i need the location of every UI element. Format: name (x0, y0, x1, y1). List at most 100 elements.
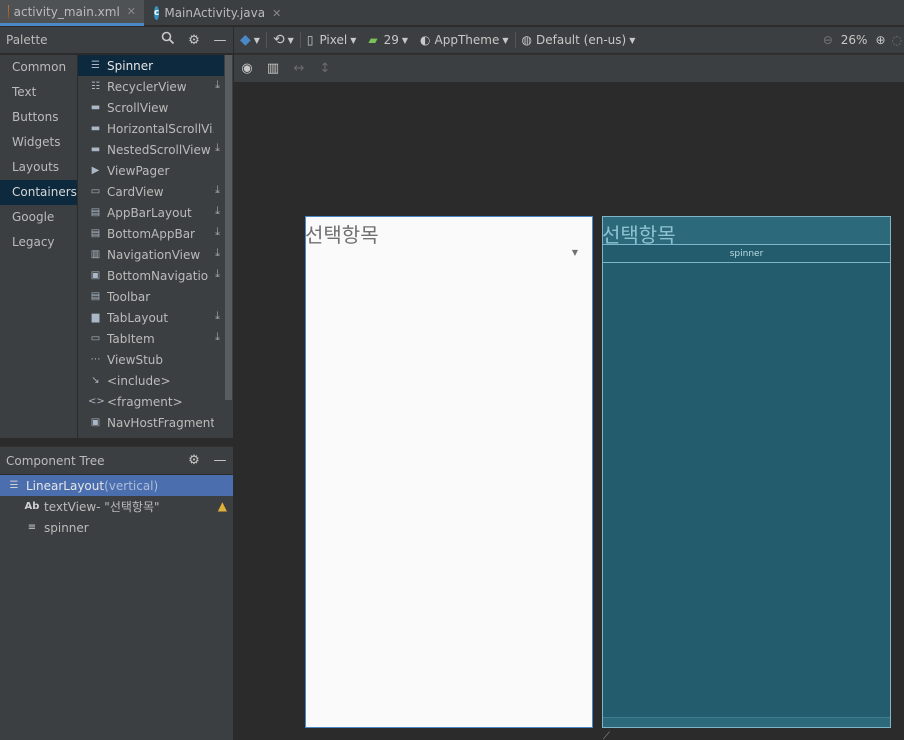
download-icon[interactable]: ⤓ (215, 267, 220, 281)
design-surface-button[interactable]: ◆ ▼ (234, 27, 266, 53)
tab-label: MainActivity.java (164, 6, 266, 20)
component-toolbar[interactable]: ▤ Toolbar (78, 286, 224, 307)
spinner-dropdown-icon[interactable]: ▼ (572, 248, 578, 257)
category-containers[interactable]: Containers (0, 180, 77, 205)
spinner-icon: ☰ (91, 60, 100, 71)
download-icon[interactable]: ⤓ (215, 78, 220, 92)
text-icon: Ab (24, 501, 40, 512)
theme-icon: ◐ (420, 33, 431, 47)
component-navhostfragment[interactable]: ▣ NavHostFragment (78, 412, 224, 433)
blueprint-textview-box[interactable]: 선택항목 (602, 217, 890, 247)
phone-icon: ▯ (306, 33, 314, 47)
editor-tab-bar: activity_main.xml ✕ c MainActivity.java … (0, 0, 904, 26)
palette-header: Palette ⚙ — (0, 27, 233, 53)
category-widgets[interactable]: Widgets (0, 130, 77, 155)
theme-selector[interactable]: ◐ AppTheme ▼ (414, 27, 514, 53)
download-icon[interactable]: ⤓ (215, 330, 220, 344)
include-arrow-icon: ↘ (91, 375, 100, 386)
chevron-down-icon: ▼ (629, 35, 636, 45)
component-navigationview[interactable]: ▥ NavigationView ⤓ (78, 244, 224, 265)
list-icon: ☷ (91, 81, 100, 92)
card-icon: ▭ (90, 186, 101, 197)
category-legacy[interactable]: Legacy (0, 230, 77, 255)
orientation-button[interactable]: ⟲ ▼ (267, 27, 300, 53)
tree-item-linearlayout[interactable]: ☰ LinearLayout (vertical) (0, 475, 233, 496)
component-bottomnavigation[interactable]: ▣ BottomNavigatio ⤓ (78, 265, 224, 286)
design-toolbar: ◆ ▼ ⟲ ▼ ▯ Pixel ▼ ▰ 29 ▼ ◐ AppTheme ▼ ◍ Default (… (234, 27, 904, 53)
resize-handle-icon[interactable]: ⟋ (603, 731, 615, 740)
warning-icon[interactable]: ▲ (218, 499, 227, 513)
locale-selector[interactable]: ◍ Default (en-us) ▼ (516, 27, 642, 53)
component-bottomappbar[interactable]: ▤ BottomAppBar ⤓ (78, 223, 224, 244)
eye-icon[interactable]: ◉ (234, 61, 260, 76)
zoom-in-icon: ⊕ (875, 33, 886, 47)
download-icon[interactable]: ⤓ (215, 309, 220, 323)
blueprint-nav-bar (603, 717, 890, 727)
component-spinner[interactable]: ☰ Spinner (78, 55, 224, 76)
component-viewpager[interactable]: ▶ ViewPager (78, 160, 224, 181)
component-recyclerview[interactable]: ☷ RecyclerView ⤓ (78, 76, 224, 97)
blueprint-preview[interactable]: 선택항목 spinner (602, 216, 891, 728)
component-horizontalscrollview[interactable]: ▬ HorizontalScrollVi... (78, 118, 224, 139)
component-appbarlayout[interactable]: ▤ AppBarLayout ⤓ (78, 202, 224, 223)
view-options-toolbar: ◉ ▥ ↔ ↕ (234, 54, 904, 82)
close-icon[interactable]: ✕ (127, 5, 136, 18)
minimize-icon[interactable]: — (207, 453, 233, 468)
category-google[interactable]: Google (0, 205, 77, 230)
blueprint-spinner[interactable]: spinner (603, 246, 890, 263)
zoom-in-button[interactable]: ⊕ (871, 27, 889, 53)
horizontal-scroll-icon: ▬ (90, 123, 101, 134)
components-scrollbar[interactable] (224, 55, 233, 438)
palette-title: Palette (6, 33, 48, 47)
palette-components: ☰ Spinner ☷ RecyclerView ⤓ ▬ ScrollView ▬ Hor… (78, 55, 224, 438)
chevron-down-icon: ▼ (401, 35, 409, 45)
component-nestedscrollview[interactable]: ▬ NestedScrollView ⤓ (78, 139, 224, 160)
toolbar-icon: ▤ (90, 291, 101, 302)
search-icon[interactable] (155, 31, 181, 49)
component-cardview[interactable]: ▭ CardView ⤓ (78, 181, 224, 202)
close-icon[interactable]: ✕ (272, 7, 281, 20)
horizontal-expand-icon[interactable]: ↔ (286, 61, 312, 76)
preview-textview[interactable]: 선택항목 (305, 219, 379, 248)
category-common[interactable]: Common (0, 55, 77, 80)
device-selector[interactable]: ▯ Pixel ▼ (301, 27, 363, 53)
component-viewstub[interactable]: ⋯ ViewStub (78, 349, 224, 370)
appbar-icon: ▤ (90, 207, 101, 218)
tree-item-textview[interactable]: Ab textView- "선택항목" ▲ (0, 496, 233, 517)
scrollview-icon: ▬ (90, 102, 101, 113)
zoom-out-button[interactable]: ⊖ (819, 27, 837, 53)
download-icon[interactable]: ⤓ (215, 183, 220, 197)
download-icon[interactable]: ⤓ (215, 246, 220, 260)
navigation-icon: ▥ (90, 249, 101, 260)
gear-icon[interactable]: ⚙ (181, 453, 207, 468)
scrollbar-thumb[interactable] (225, 55, 232, 400)
component-include[interactable]: ↘ <include> (78, 370, 224, 391)
design-preview[interactable]: 선택항목 ▼ (305, 216, 593, 728)
tree-item-spinner[interactable]: ≡ spinner (0, 517, 233, 538)
download-icon[interactable]: ⤓ (215, 141, 220, 155)
component-fragment[interactable]: <> <fragment> (78, 391, 224, 412)
bottom-nav-icon: ▣ (90, 270, 101, 281)
category-buttons[interactable]: Buttons (0, 105, 77, 130)
palette-categories: Common Text Buttons Widgets Layouts Cont… (0, 55, 77, 438)
split-view-icon[interactable]: ▥ (260, 61, 286, 76)
category-text[interactable]: Text (0, 80, 77, 105)
download-icon[interactable]: ⤓ (215, 204, 220, 218)
api-selector[interactable]: ▰ 29 ▼ (362, 27, 414, 53)
component-tree: ☰ LinearLayout (vertical) Ab textView- "선… (0, 475, 233, 740)
gear-icon[interactable]: ⚙ (181, 33, 207, 48)
component-tablayout[interactable]: ▆ TabLayout ⤓ (78, 307, 224, 328)
globe-icon: ◍ (521, 33, 532, 47)
component-scrollview[interactable]: ▬ ScrollView (78, 97, 224, 118)
code-brackets-icon: <> (88, 396, 105, 407)
folder-icon: ▆ (91, 312, 100, 323)
category-layouts[interactable]: Layouts (0, 155, 77, 180)
vertical-expand-icon[interactable]: ↕ (312, 61, 338, 76)
download-icon[interactable]: ⤓ (215, 225, 220, 239)
component-tabitem[interactable]: ▭ TabItem ⤓ (78, 328, 224, 349)
zoom-fit-button[interactable]: ◌ (890, 27, 904, 53)
minimize-icon[interactable]: — (207, 33, 233, 48)
tab-main-activity-java[interactable]: c MainActivity.java ✕ (146, 0, 286, 26)
spinner-icon: ≡ (27, 522, 37, 533)
tab-activity-main-xml[interactable]: activity_main.xml ✕ (0, 0, 144, 26)
